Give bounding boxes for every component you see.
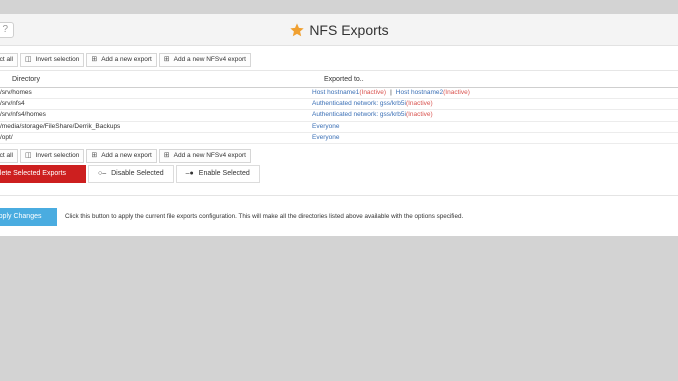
add-icon: ⊞ [91,152,98,159]
invert-selection-label: Invert selection [35,152,80,159]
apply-changes-button[interactable]: Apply Changes [0,208,57,226]
add-nfsv4-export-button[interactable]: ⊞ Add a new NFSv4 export [158,53,251,67]
exports-table: Directory Exported to.. /srv/homes Host … [0,70,678,144]
add-nfsv4-export-label: Add a new NFSv4 export [173,152,246,159]
delete-selected-button[interactable]: elete Selected Exports [0,165,86,183]
apply-section: Apply Changes Click this button to apply… [0,195,678,236]
exported-to-column-header[interactable]: Exported to.. [324,76,364,83]
exported-to-cell: Authenticated network: gss/krb5i(Inactiv… [312,110,433,120]
page-title: NFS Exports [309,22,389,38]
exported-to-cell: Everyone [312,133,339,143]
add-export-label: Add a new export [101,56,152,63]
exported-to-cell: Host hostname1(Inactive) | Host hostname2(… [312,88,470,98]
title-bar: ? NFS Exports [0,14,678,46]
toggle-on-icon: –● [185,170,194,177]
network-link[interactable]: Authenticated network: gss/krb5i [312,111,406,118]
disable-selected-label: Disable Selected [111,170,164,177]
invert-selection-button[interactable]: ◫ Invert selection [19,53,85,67]
table-row[interactable]: /srv/nfs4 Authenticated network: gss/krb… [0,99,678,111]
everyone-link[interactable]: Everyone [312,134,339,141]
toggle-off-icon: ○– [98,170,107,177]
inactive-status: (Inactive) [359,89,387,96]
network-link[interactable]: Authenticated network: gss/krb5i [312,100,406,107]
add-export-label: Add a new export [101,152,152,159]
nfs-exports-panel: ? NFS Exports ect all ◫Invert selection … [0,14,678,236]
add-icon: ⊞ [163,152,170,159]
directory-cell[interactable]: /srv/nfs4/homes [0,110,46,120]
host-link[interactable]: Host hostname1 [312,89,359,96]
directory-cell[interactable]: /srv/homes [0,88,32,98]
select-all-label: ect all [0,152,13,159]
directory-column-header[interactable]: Directory [12,76,40,83]
add-export-button[interactable]: ⊞ Add a new export [86,149,157,163]
table-row[interactable]: /srv/homes Host hostname1(Inactive) | Host… [0,88,678,100]
separator: | [390,89,392,96]
exported-to-cell: Authenticated network: gss/krb5i(Inactiv… [312,99,433,109]
table-row[interactable]: /srv/nfs4/homes Authenticated network: g… [0,110,678,122]
inactive-status: (Inactive) [443,89,470,96]
star-icon[interactable] [289,22,305,38]
invert-icon: ◫ [24,152,32,159]
table-header: Directory Exported to.. [0,70,678,88]
directory-cell[interactable]: /media/storage/FileShare/Derrik_Backups [0,122,120,132]
everyone-link[interactable]: Everyone [312,123,339,130]
invert-selection-label: Invert selection [35,56,80,63]
inactive-status: (Inactive) [405,100,433,108]
select-all-button[interactable]: ect all [0,149,18,163]
add-nfsv4-export-label: Add a new NFSv4 export [173,56,246,63]
directory-cell[interactable]: /opt/ [0,133,13,143]
invert-selection-button[interactable]: ◫ Invert selection [19,149,85,163]
enable-selected-button[interactable]: –● Enable Selected [175,165,260,183]
enable-selected-label: Enable Selected [198,170,250,177]
invert-icon: ◫ [24,56,32,63]
select-all-label: ect all [0,56,13,63]
select-all-button[interactable]: ect all [0,53,18,67]
apply-description: Click this button to apply the current f… [65,213,464,220]
table-row[interactable]: /media/storage/FileShare/Derrik_Backups … [0,122,678,133]
title-wrap: NFS Exports [0,14,678,46]
disable-selected-button[interactable]: ○– Disable Selected [88,165,174,183]
exported-to-cell: Everyone [312,122,339,132]
add-nfsv4-export-button[interactable]: ⊞ Add a new NFSv4 export [158,149,251,163]
add-icon: ⊞ [91,56,98,63]
host-link[interactable]: Host hostname2 [396,89,443,96]
selection-actions: elete Selected Exports ○– Disable Selecte… [0,165,262,183]
directory-cell[interactable]: /srv/nfs4 [0,99,25,109]
bottom-toolbar: ect all ◫Invert selection ⊞Add a new exp… [0,149,253,163]
add-icon: ⊞ [163,56,170,63]
inactive-status: (Inactive) [405,111,433,119]
add-export-button[interactable]: ⊞ Add a new export [86,53,157,67]
table-row[interactable]: /opt/ Everyone [0,133,678,144]
top-toolbar: ect all ◫Invert selection ⊞Add a new exp… [0,53,253,67]
